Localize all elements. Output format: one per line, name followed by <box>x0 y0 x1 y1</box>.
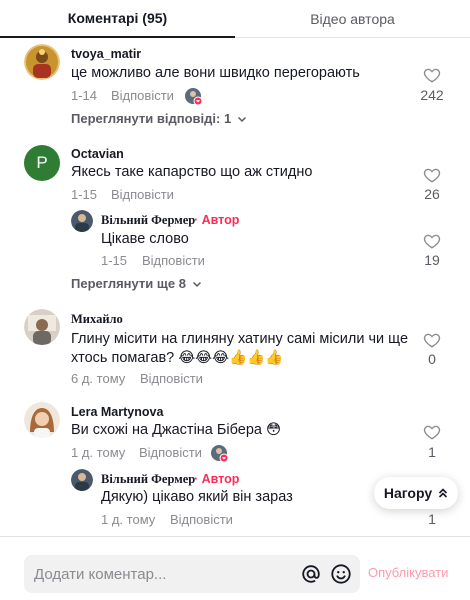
comment-text: Якесь таке капарство що аж стидно <box>71 164 313 180</box>
reply-button[interactable]: Відповісти <box>139 445 202 460</box>
tab-author-videos[interactable]: Відео автора <box>235 0 470 38</box>
view-more-label: Переглянути ще 8 <box>71 276 186 291</box>
view-replies-button[interactable]: Переглянути відповіді: 1 <box>71 111 247 126</box>
author-badge-label: Автор <box>201 213 240 227</box>
reply-button[interactable]: Відповісти <box>140 371 203 386</box>
like-count: 0 <box>428 351 436 367</box>
comment-input-container <box>24 555 360 593</box>
reply-button[interactable]: Відповісти <box>142 253 205 268</box>
like-heart-icon[interactable] <box>423 232 441 250</box>
like-count: 26 <box>424 186 440 202</box>
creator-liked-avatar <box>185 88 203 106</box>
view-more-replies-button[interactable]: Переглянути ще 8 <box>71 276 202 291</box>
avatar[interactable] <box>24 309 60 345</box>
comment-username[interactable]: Octavian <box>71 147 124 161</box>
like-heart-icon[interactable] <box>423 331 441 349</box>
reply-username[interactable]: Вільний Фермер <box>101 213 195 228</box>
reply-username[interactable]: Вільний Фермер <box>101 472 195 487</box>
comment-username[interactable]: Михайло <box>71 312 123 327</box>
like-heart-icon[interactable] <box>423 66 441 84</box>
avatar-letter: P <box>36 153 48 172</box>
tab-bar: Коментарі (95) Відео автора <box>0 0 470 38</box>
reply-date: 1 д. тому <box>101 512 156 527</box>
avatar[interactable] <box>71 210 93 232</box>
scroll-to-top-label: Нагору <box>383 485 433 501</box>
chevron-down-icon <box>192 281 201 287</box>
comment-date: 1-15 <box>71 187 98 202</box>
reply-text: Цікаве слово <box>101 231 189 247</box>
avatar[interactable]: P <box>24 145 60 181</box>
comment-composer: Опублікувати <box>0 536 470 600</box>
like-count: 242 <box>420 87 444 103</box>
reply-text: Дякую) цікаво який він зараз <box>101 489 293 505</box>
comment-date: 1 д. тому <box>71 445 126 460</box>
scroll-to-top-button[interactable]: Нагору <box>374 477 458 509</box>
like-count: 1 <box>428 444 436 460</box>
comment-username[interactable]: Lera Martynova <box>71 405 163 419</box>
like-count: 19 <box>424 252 440 268</box>
view-replies-label: Переглянути відповіді: 1 <box>71 111 232 126</box>
comment-username[interactable]: tvoya_matir <box>71 47 141 61</box>
reply-button[interactable]: Відповісти <box>170 512 233 527</box>
post-button[interactable]: Опублікувати <box>368 565 448 580</box>
chevron-down-icon <box>238 116 247 122</box>
avatar[interactable] <box>24 402 60 438</box>
author-badge: · Автор <box>194 472 240 486</box>
comment-date: 6 д. тому <box>71 371 126 386</box>
like-count: 1 <box>428 511 436 527</box>
creator-liked-avatar <box>211 445 229 463</box>
double-chevron-up-icon <box>439 488 448 498</box>
comment-text: Глину місити на глиняну хатину самі міси… <box>71 331 409 366</box>
author-badge-label: Автор <box>201 472 240 486</box>
comment-text: Ви схожі на Джастіна Бібера 😳 <box>71 422 282 438</box>
like-heart-icon[interactable] <box>423 423 441 441</box>
avatar[interactable] <box>24 44 60 80</box>
tab-comments[interactable]: Коментарі (95) <box>0 0 235 38</box>
like-heart-icon[interactable] <box>423 166 441 184</box>
comment-input[interactable] <box>34 555 294 593</box>
avatar[interactable] <box>71 469 93 491</box>
comment-date: 1-14 <box>71 88 98 103</box>
author-badge: · Автор <box>194 213 240 227</box>
reply-button[interactable]: Відповісти <box>111 187 174 202</box>
comment-text: це можливо але вони швидко перегорають <box>71 65 360 81</box>
mention-at-icon[interactable] <box>300 563 322 585</box>
reply-button[interactable]: Відповісти <box>111 88 174 103</box>
reply-date: 1-15 <box>101 253 128 268</box>
emoji-icon[interactable] <box>330 563 352 585</box>
